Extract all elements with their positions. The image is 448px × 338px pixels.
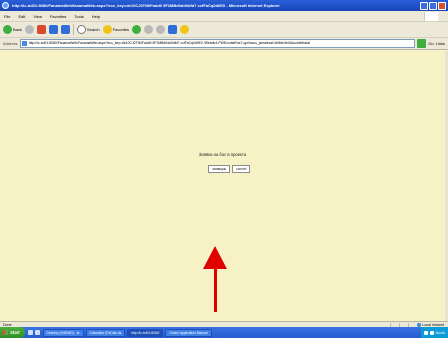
tray-language[interactable]: Norsk (436, 331, 445, 335)
annotation-arrow-shaft (214, 268, 217, 312)
favorites-label: Favorites (112, 27, 130, 32)
go-arrow-icon[interactable] (417, 39, 427, 48)
favorites-star-icon (102, 25, 112, 34)
quick-launch (25, 330, 43, 335)
favorites-button[interactable]: Favorites (102, 25, 130, 34)
dialog-prompt: Заявка на бос в проекта (198, 152, 247, 157)
print-button[interactable] (156, 25, 166, 34)
taskbar-item-desktop[interactable]: Desktop (H3DWD) - Ie (42, 328, 84, 337)
address-input[interactable]: http://ic-bd01:8080/FanamaWeb/FanamaWeb.… (19, 39, 416, 48)
taskbar-item-calculator[interactable]: Calculator (FaCalc.ds (85, 328, 126, 337)
menu-tools[interactable]: Tools (74, 14, 83, 19)
home-icon (60, 25, 70, 34)
taskbar-item-browser[interactable]: http://ic-bd01:8080/ (127, 328, 164, 337)
mail-icon (144, 25, 154, 34)
quick-launch-desktop-icon[interactable] (34, 330, 40, 335)
go-button[interactable]: Go (428, 41, 433, 46)
annotation-arrow-head (203, 246, 227, 269)
dialog-buttons: заявщик cancel (208, 165, 251, 173)
back-arrow-icon (3, 25, 12, 34)
folder-button[interactable] (180, 25, 190, 34)
back-button[interactable]: Back (3, 25, 22, 34)
tray-network-icon[interactable] (423, 330, 428, 335)
confirm-button[interactable]: заявщик (208, 165, 231, 173)
mail-button[interactable] (144, 25, 154, 34)
menu-favorites[interactable]: Favorites (50, 14, 66, 19)
page-content (0, 51, 445, 321)
internet-explorer-icon (2, 2, 9, 9)
status-text: Done (3, 322, 12, 327)
security-zone: Local intranet (417, 322, 444, 327)
tray-volume-icon[interactable] (429, 330, 434, 335)
quick-launch-ie-icon[interactable] (27, 330, 33, 335)
forward-arrow-icon (24, 25, 34, 34)
menu-view[interactable]: View (33, 14, 42, 19)
windows-logo-icon (424, 12, 438, 21)
menu-edit[interactable]: Edit (18, 14, 25, 19)
address-label: Address (3, 41, 18, 46)
edit-button[interactable] (168, 25, 178, 34)
close-icon[interactable] (438, 1, 446, 10)
forward-button[interactable] (24, 25, 34, 34)
print-icon (156, 25, 166, 34)
status-segment (390, 322, 399, 327)
stop-button[interactable] (36, 25, 46, 34)
window-title: http://ic-bd01:8080/FanamaWeb/fanamaWeb.… (12, 3, 280, 8)
refresh-icon (48, 25, 58, 34)
search-icon (76, 25, 86, 34)
toolbar: Back Search Favorites (0, 22, 448, 38)
menu-help[interactable]: Help (92, 14, 100, 19)
maximize-icon[interactable] (429, 1, 437, 10)
menu-file[interactable]: File (4, 14, 10, 19)
history-button[interactable] (132, 25, 142, 34)
window-titlebar[interactable]: http://ic-bd01:8080/FanamaWeb/fanamaWeb.… (0, 0, 448, 11)
taskbar-item-manual[interactable]: Online Application Manual (165, 328, 212, 337)
address-bar: Address http://ic-bd01:8080/FanamaWeb/Fa… (0, 38, 448, 50)
edit-icon (168, 25, 178, 34)
home-button[interactable] (60, 25, 70, 34)
zone-label: Local intranet (422, 322, 444, 327)
stop-icon (36, 25, 46, 34)
menu-bar: File Edit View Favorites Tools Help (0, 11, 448, 22)
search-button[interactable]: Search (76, 25, 100, 34)
minimize-icon[interactable] (420, 1, 428, 10)
status-segment (408, 322, 417, 327)
folder-icon (180, 25, 190, 34)
window-controls (420, 1, 446, 10)
back-label: Back (13, 27, 22, 32)
windows-flag-icon (3, 330, 8, 335)
refresh-button[interactable] (48, 25, 58, 34)
start-button[interactable]: Start (0, 327, 25, 338)
status-segment (399, 322, 408, 327)
cancel-button[interactable]: cancel (232, 165, 251, 173)
toolbar-separator (72, 24, 74, 35)
search-label: Search (86, 27, 100, 32)
globe-icon (417, 322, 422, 327)
system-tray: Norsk (420, 327, 448, 338)
history-icon (132, 25, 142, 34)
taskbar: Start Desktop (H3DWD) - Ie Calculator (F… (0, 327, 448, 338)
start-label: Start (10, 330, 20, 335)
links-button[interactable]: Links (436, 41, 445, 46)
